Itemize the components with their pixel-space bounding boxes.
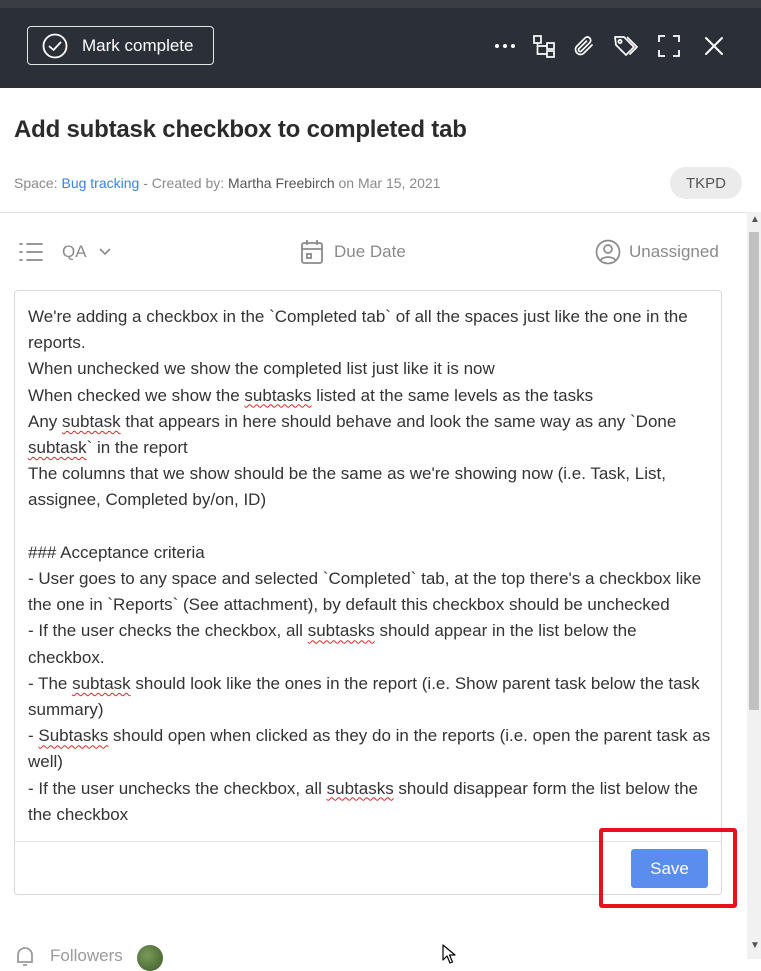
list-icon — [18, 241, 44, 263]
description-line: summary) — [28, 697, 713, 723]
description-text: ` in the report — [86, 438, 188, 458]
description-line: - User goes to any space and selected `C… — [28, 566, 713, 592]
description-line: When unchecked we show the completed lis… — [28, 356, 713, 382]
followers-label: Followers — [50, 946, 123, 965]
description-text: summary) — [28, 700, 104, 720]
followers-section: Followers — [14, 944, 123, 968]
description-text: When unchecked we show the completed lis… — [28, 359, 495, 379]
hierarchy-icon[interactable] — [530, 32, 558, 60]
description-line: subtask` in the report — [28, 435, 713, 461]
description-line: Any subtask that appears in here should … — [28, 409, 713, 435]
user-circle-icon — [595, 239, 621, 265]
creator-name: Martha Freebirch — [228, 175, 335, 191]
more-options-icon[interactable] — [491, 32, 519, 60]
task-toolbar: Mark complete — [0, 8, 761, 88]
description-text: assignee, Completed by/on, ID) — [28, 490, 267, 510]
bell-icon — [14, 944, 36, 968]
description-line: When checked we show the subtasks listed… — [28, 383, 713, 409]
description-text — [28, 517, 33, 536]
misspelled-word: subtasks — [307, 621, 375, 641]
calendar-icon — [300, 239, 324, 265]
mark-complete-label: Mark complete — [82, 35, 194, 55]
check-circle-icon — [42, 33, 68, 59]
description-text: well) — [28, 752, 63, 772]
description-line: - The subtask should look like the ones … — [28, 671, 713, 697]
description-text: the checkbox — [28, 804, 129, 824]
description-text: the one in `Reports` (See attachment), b… — [28, 595, 670, 615]
description-text: checkbox. — [28, 647, 105, 667]
description-text: - If the user checks the checkbox, all — [28, 621, 308, 641]
description-text: should appear in the list below the — [374, 621, 637, 641]
chevron-down-icon — [98, 248, 111, 256]
scrollbar-thumb[interactable] — [749, 232, 759, 710]
description-text: reports. — [28, 333, 86, 353]
list-name: QA — [62, 242, 87, 261]
due-date-label: Due Date — [334, 242, 406, 261]
scroll-up-arrow-icon[interactable]: ▲ — [750, 214, 760, 225]
description-text: ### Acceptance criteria — [28, 542, 205, 562]
description-text: We're adding a checkbox in the `Complete… — [28, 307, 688, 326]
due-date-selector[interactable]: Due Date — [300, 237, 406, 267]
close-icon[interactable] — [700, 32, 728, 60]
description-editor[interactable]: We're adding a checkbox in the `Complete… — [14, 290, 722, 895]
window-top-strip — [0, 0, 761, 8]
description-text: The columns that we show should be the s… — [28, 464, 666, 484]
description-line: the one in `Reports` (See attachment), b… — [28, 592, 713, 618]
description-text: When checked we show the — [28, 385, 245, 405]
misspelled-word: subtask — [72, 673, 131, 693]
description-text: - The — [28, 673, 73, 693]
description-textarea[interactable]: We're adding a checkbox in the `Complete… — [28, 304, 713, 828]
description-line: well) — [28, 749, 713, 775]
misspelled-word: subtask — [28, 438, 87, 458]
task-id-badge: TKPD — [670, 167, 742, 199]
description-line: assignee, Completed by/on, ID) — [28, 487, 713, 513]
description-line: checkbox. — [28, 645, 713, 671]
description-line: ### Acceptance criteria — [28, 540, 713, 566]
created-date: on Mar 15, 2021 — [334, 175, 441, 191]
created-prefix: - Created by: — [139, 175, 229, 191]
description-text: should disappear form the list below the — [393, 778, 698, 798]
description-text: that appears in here should behave and l… — [120, 411, 677, 431]
description-line: - If the user checks the checkbox, all s… — [28, 618, 713, 644]
space-link[interactable]: Bug tracking — [61, 175, 139, 191]
task-title[interactable]: Add subtask checkbox to completed tab — [14, 116, 467, 144]
mouse-cursor-icon — [442, 944, 458, 969]
scroll-down-arrow-icon[interactable]: ▼ — [750, 940, 760, 951]
misspelled-word: subtasks — [326, 778, 394, 798]
assignee-selector[interactable]: Unassigned — [595, 237, 719, 267]
task-meta: Space: Bug tracking - Created by: Martha… — [14, 175, 440, 191]
description-text: Any — [28, 411, 63, 431]
list-selector[interactable]: QA — [18, 237, 111, 267]
description-text: should open when clicked as they do in t… — [108, 726, 711, 746]
description-line: - Subtasks should open when clicked as t… — [28, 723, 713, 749]
description-text: - If the user unchecks the checkbox, all — [28, 778, 327, 798]
paperclip-icon[interactable] — [570, 32, 598, 60]
description-text: should look like the ones in the report … — [130, 673, 700, 693]
description-line: We're adding a checkbox in the `Complete… — [28, 304, 713, 330]
description-line: The columns that we show should be the s… — [28, 461, 713, 487]
misspelled-word: subtask — [62, 411, 121, 431]
description-line: - If the user unchecks the checkbox, all… — [28, 776, 713, 802]
fullscreen-icon[interactable] — [655, 32, 683, 60]
space-prefix: Space: — [14, 175, 62, 191]
save-button-highlight — [599, 828, 737, 908]
tags-icon[interactable] — [611, 32, 643, 60]
misspelled-word: subtasks — [244, 385, 312, 405]
description-line: reports. — [28, 330, 713, 356]
description-text: listed at the same levels as the tasks — [311, 385, 594, 405]
misspelled-word: Subtasks — [38, 726, 109, 746]
header-divider — [0, 212, 747, 213]
description-text: - — [28, 726, 39, 746]
description-line — [28, 514, 713, 540]
assignee-label: Unassigned — [629, 242, 719, 261]
description-text: - User goes to any space and selected `C… — [28, 569, 702, 589]
description-line: the checkbox — [28, 802, 713, 828]
mark-complete-button[interactable]: Mark complete — [27, 26, 214, 65]
follower-avatar[interactable] — [137, 945, 163, 971]
